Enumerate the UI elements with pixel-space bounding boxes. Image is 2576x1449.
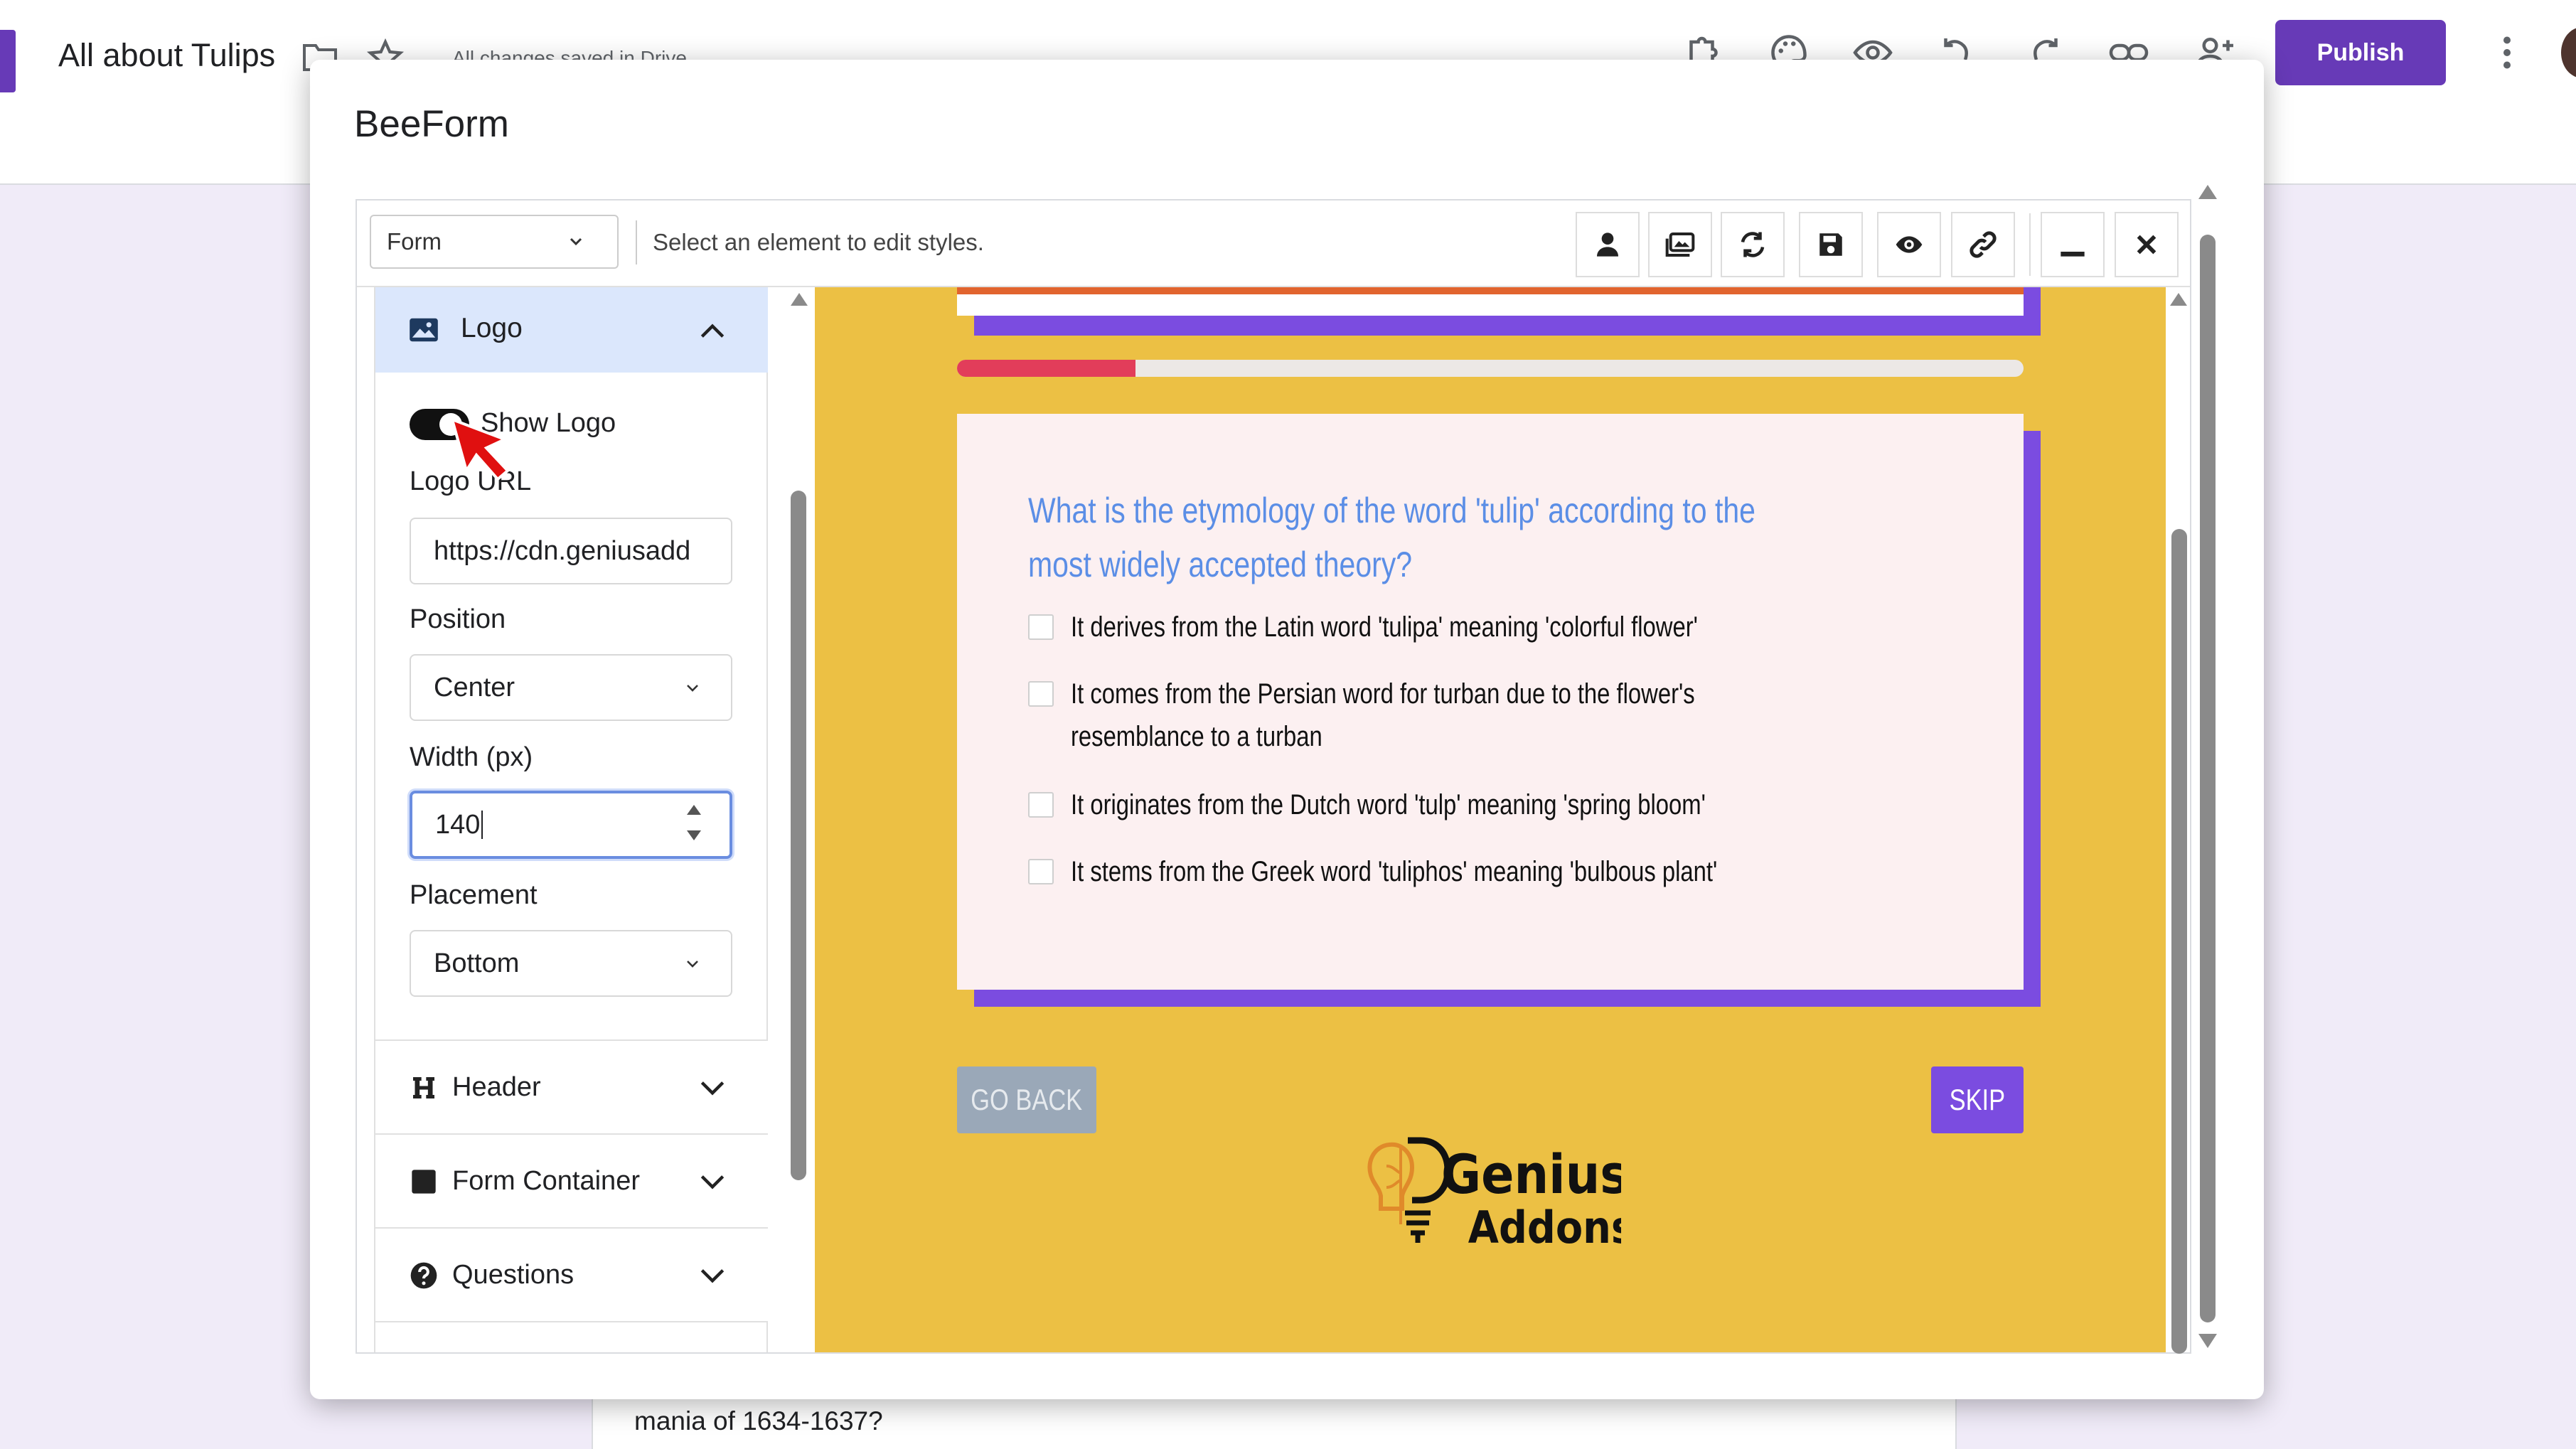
header-icon (413, 1077, 434, 1098)
option-label[interactable]: It comes from the Persian word for turba… (1071, 673, 1829, 758)
toolbar-divider (636, 220, 637, 264)
eye-icon (1896, 236, 1923, 253)
chevron-down-icon (700, 1081, 725, 1096)
more-icon[interactable] (2494, 31, 2520, 74)
go-back-label: GO BACK (971, 1083, 1083, 1116)
placement-select[interactable]: Bottom (410, 930, 732, 997)
form-container-section[interactable]: Form Container (375, 1133, 768, 1227)
skip-label: SKIP (1949, 1083, 2006, 1116)
user-icon (1597, 232, 1618, 257)
position-label: Position (410, 604, 506, 634)
images-button[interactable] (1648, 212, 1712, 277)
dialog-title: BeeForm (354, 103, 509, 145)
question-circle-icon (410, 1262, 437, 1289)
chevron-down-icon (570, 237, 582, 246)
logo-section-label: Logo (461, 313, 523, 343)
logo-text-addons: Addons (1468, 1202, 1621, 1253)
spin-up-arrow[interactable] (687, 805, 701, 815)
toolbar-hint: Select an element to edit styles. (653, 229, 984, 255)
chevron-down-icon (687, 685, 698, 692)
forms-app-icon[interactable] (0, 30, 16, 92)
text-caret (481, 811, 483, 839)
progress-fill (957, 360, 1135, 377)
progress-bar (957, 360, 2024, 377)
save-button[interactable] (1799, 212, 1863, 277)
position-value: Center (434, 672, 515, 702)
dialog-scroll-up-arrow[interactable] (2198, 185, 2217, 199)
element-select-value: Form (387, 228, 442, 255)
chevron-down-icon (700, 1269, 725, 1283)
option-label[interactable]: It stems from the Greek word 'tuliphos' … (1071, 850, 1717, 893)
position-select[interactable]: Center (410, 654, 732, 721)
avatar[interactable] (2561, 27, 2576, 78)
width-input[interactable]: 140 (410, 791, 732, 859)
document-title[interactable]: All about Tulips (58, 37, 275, 74)
question-text: What is the etymology of the word 'tulip… (1028, 491, 1755, 584)
link-button[interactable] (1951, 212, 2015, 277)
width-value: 140 (435, 809, 481, 840)
mouse-cursor-icon (450, 417, 510, 481)
option-label[interactable]: It originates from the Dutch word 'tulp'… (1071, 784, 1706, 826)
background-question-text: mania of 1634-1637? (634, 1406, 883, 1435)
placement-label: Placement (410, 880, 538, 910)
option-label[interactable]: It derives from the Latin word 'tulipa' … (1071, 606, 1698, 648)
genius-addons-logo: Genius Addons (1367, 1137, 1621, 1253)
form-container-section-label: Form Container (452, 1166, 640, 1196)
option-checkbox[interactable] (1028, 681, 1054, 707)
chevron-down-icon (700, 1175, 725, 1189)
close-icon (2137, 235, 2157, 255)
refresh-icon (1741, 232, 1765, 257)
questions-section-label: Questions (452, 1260, 574, 1290)
user-button[interactable] (1576, 212, 1640, 277)
header-section[interactable]: Header (375, 1039, 768, 1133)
image-icon (410, 318, 438, 342)
preview-scroll-up-arrow[interactable] (2170, 293, 2187, 306)
preview-button[interactable] (1877, 212, 1941, 277)
panel-scroll-up-arrow[interactable] (791, 293, 808, 306)
preview-scrollbar[interactable] (2171, 529, 2187, 1354)
skip-button[interactable]: SKIP (1931, 1066, 2024, 1133)
minimize-button[interactable] (2041, 212, 2105, 277)
previous-card-border (957, 287, 2024, 294)
logo-url-input[interactable]: https://cdn.geniusadd (410, 518, 732, 584)
dialog-scroll-down-arrow[interactable] (2198, 1334, 2217, 1348)
toolbar-divider-2 (2029, 213, 2031, 276)
questions-section[interactable]: Questions (375, 1227, 768, 1322)
minimize-icon (2061, 252, 2085, 257)
option-checkbox[interactable] (1028, 792, 1054, 818)
close-button[interactable] (2115, 212, 2179, 277)
go-back-button[interactable]: GO BACK (957, 1066, 1096, 1133)
spin-down-arrow[interactable] (687, 830, 701, 840)
images-icon (1665, 232, 1695, 257)
option-checkbox[interactable] (1028, 859, 1054, 884)
square-icon (412, 1170, 436, 1194)
chevron-down-icon (687, 961, 698, 968)
save-icon (1819, 233, 1842, 256)
width-label: Width (px) (410, 742, 533, 772)
chevron-up-icon[interactable] (697, 316, 728, 347)
logo-text-genius: Genius (1441, 1144, 1621, 1207)
logo-url-value: https://cdn.geniusadd (434, 535, 691, 566)
panel-scrollbar[interactable] (791, 491, 806, 1180)
header-section-label: Header (452, 1072, 541, 1102)
publish-button[interactable]: Publish (2275, 20, 2446, 85)
link-icon (1970, 231, 1997, 258)
refresh-button[interactable] (1721, 212, 1785, 277)
option-checkbox[interactable] (1028, 614, 1054, 640)
dialog-scrollbar[interactable] (2200, 235, 2216, 1322)
placement-value: Bottom (434, 948, 520, 978)
element-select[interactable]: Form (370, 215, 619, 269)
